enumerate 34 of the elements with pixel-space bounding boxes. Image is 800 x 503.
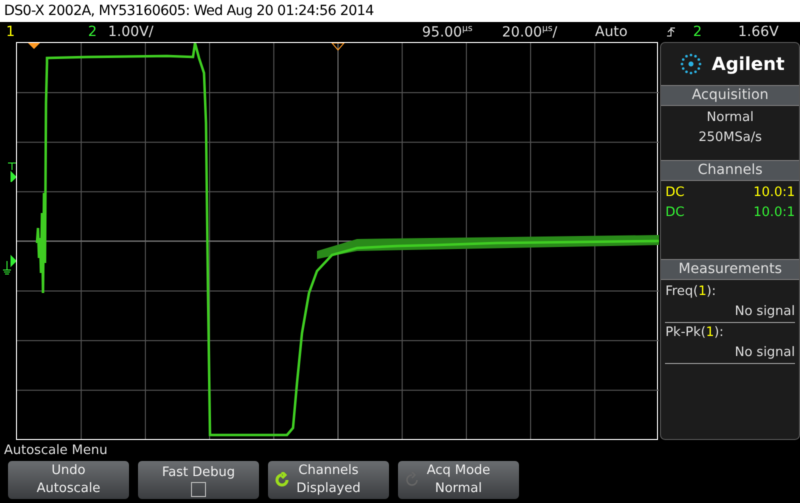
acquisition-value: Normal [706, 109, 755, 127]
checkbox[interactable] [191, 482, 206, 496]
softkey[interactable]: Channels Displayed [268, 461, 389, 499]
measurement-name: Freq(1): [665, 283, 717, 301]
ground-marker-icon [0, 254, 16, 276]
trigger-level: 1.66V [738, 24, 779, 40]
measurement-value: No signal [665, 343, 795, 364]
timebase-readout: 20.00$^{µs}$/ [502, 24, 558, 40]
channel-label[interactable]: 1 [6, 24, 15, 40]
trigger-mode: Auto [595, 24, 628, 40]
rising-edge-icon [666, 26, 676, 38]
section-header[interactable]: Measurements [661, 259, 799, 280]
acquisition-value: 250MSa/s [697, 129, 763, 147]
delay-readout: 95.00$^{µs}$ [422, 24, 473, 40]
coupling-label: DC [665, 184, 684, 202]
softkey[interactable]: Undo Autoscale [8, 461, 129, 499]
brand-logo: Agilent [712, 54, 785, 74]
menu-title: Autoscale Menu [4, 442, 109, 460]
section-header[interactable]: Acquisition [661, 85, 799, 106]
trigger-level-marker-icon [8, 162, 16, 182]
time-reference-marker-icon [330, 43, 346, 51]
probe-ratio: 10.0:1 [753, 184, 795, 202]
measurement-value: No signal [665, 302, 795, 323]
coupling-label: DC [665, 204, 684, 222]
section-header[interactable]: Channels [661, 160, 799, 181]
channel-scale: 1.00V/ [108, 24, 154, 40]
window-title: DS0-X 2002A, MY53160605: Wed Aug 20 01:24:56 2014 [0, 0, 800, 22]
trigger-position-marker-icon [28, 43, 40, 49]
softkey[interactable]: Fast Debug [138, 461, 259, 499]
probe-ratio: 10.0:1 [753, 204, 795, 222]
softkey[interactable]: Acq Mode Normal [398, 461, 519, 499]
measurement-name: Pk-Pk(1): [665, 324, 725, 342]
channel-label[interactable]: 2 [88, 24, 97, 40]
trigger-source: 2 [693, 24, 702, 40]
